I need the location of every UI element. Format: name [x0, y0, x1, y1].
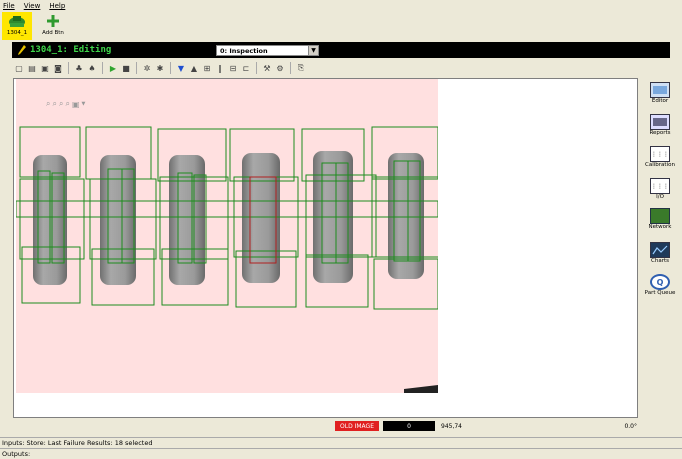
run-icon[interactable]: ▶ — [108, 63, 118, 74]
plus-icon — [43, 12, 63, 30]
image-corner-artifact — [404, 385, 438, 393]
calibration-button[interactable]: ⋮⋮⋮ Calibration — [638, 146, 682, 168]
charts-icon — [650, 242, 670, 258]
editor-title-text: 1304_1: Editing — [30, 45, 112, 55]
zoom-fit-icon[interactable]: ⌕ — [59, 99, 63, 109]
inspection-overlay — [15, 126, 441, 393]
editor-title: 1304_1: Editing — [18, 45, 111, 55]
chevron-down-icon[interactable]: ▼ — [82, 101, 86, 107]
right-panel: Editor Reports ⋮⋮⋮ Calibration ⋮⋮⋮ I/O N… — [638, 78, 682, 418]
part-6 — [388, 153, 424, 279]
menu-help[interactable]: Help — [49, 2, 65, 10]
io-button[interactable]: ⋮⋮⋮ I/O — [638, 178, 682, 200]
editor-label: Editor — [651, 98, 669, 104]
add-label: Add Btn — [42, 30, 64, 36]
anchor-icon[interactable]: ⊏ — [241, 63, 251, 74]
top-toolbar: 1304_1 Add Btn — [0, 12, 682, 42]
tool2-icon[interactable]: ⚙ — [275, 63, 285, 74]
reports-button[interactable]: Reports — [638, 114, 682, 136]
zoom-in-icon[interactable]: ⌕ — [46, 99, 50, 109]
zoom-toolbar: ⌕ ⌕ ⌕ ⌕ ▣ ▼ — [46, 99, 85, 109]
toolbar-divider — [102, 62, 103, 74]
reports-label: Reports — [649, 130, 671, 136]
editor-title-bar: 1304_1: Editing 0: Inspection ▼ — [12, 42, 670, 58]
charts-button[interactable]: Charts — [638, 242, 682, 264]
stop-icon[interactable]: ■ — [121, 63, 131, 74]
inputs-line: Inputs: Store: Last Failure Results: 18 … — [0, 437, 682, 447]
editor-icon — [650, 82, 670, 98]
align-icon[interactable]: ⊟ — [228, 63, 238, 74]
settings-icon[interactable]: ✲ — [142, 63, 152, 74]
reports-icon — [650, 114, 670, 130]
part-queue-label: Part Queue — [644, 290, 676, 296]
status-value: 0 — [383, 421, 435, 431]
toolbar-divider — [290, 62, 291, 74]
network-label: Network — [648, 224, 672, 230]
pencil-icon — [18, 45, 26, 55]
charts-label: Charts — [651, 258, 669, 264]
train-icon[interactable]: ♣ — [74, 63, 84, 74]
print-icon[interactable]: ◙ — [53, 63, 63, 74]
network-button[interactable]: Network — [638, 208, 682, 230]
status-coords: 945,74 — [441, 422, 462, 430]
network-icon — [650, 208, 670, 224]
toolbar-divider — [170, 62, 171, 74]
editor-button[interactable]: Editor — [638, 82, 682, 104]
camera-icon — [7, 12, 27, 30]
status-angle: 0.0° — [624, 422, 637, 430]
part-2 — [100, 155, 136, 285]
app-window: File View Help 1304_1 Add Btn 1304_1: Ed… — [0, 0, 682, 459]
menu-view[interactable]: View — [24, 2, 41, 10]
inspection-select-value: 0: Inspection — [220, 46, 268, 55]
save-icon[interactable]: ▣ — [40, 63, 50, 74]
camera-label: 1304_1 — [6, 30, 28, 36]
menu-bar: File View Help — [0, 0, 682, 12]
queue-icon: Q — [650, 274, 670, 290]
toolbar-divider — [256, 62, 257, 74]
arrow-up-icon[interactable]: ▲ — [189, 63, 199, 74]
roi-overlays — [15, 126, 441, 310]
open-icon[interactable]: ▤ — [27, 63, 37, 74]
save-image-icon[interactable]: ▣ — [72, 100, 80, 109]
tool-icon[interactable]: ⚒ — [262, 63, 272, 74]
status-bar: OLD IMAGE 0 945,74 0.0° — [13, 420, 638, 432]
part-queue-button[interactable]: Q Part Queue — [638, 274, 682, 296]
calibration-icon: ⋮⋮⋮ — [650, 146, 670, 162]
roi-icon[interactable]: ⊞ — [202, 63, 212, 74]
export-icon[interactable]: ⎘ — [296, 63, 306, 74]
io-label: I/O — [656, 194, 664, 200]
toolbar-divider — [68, 62, 69, 74]
io-icon: ⋮⋮⋮ — [650, 178, 670, 194]
inspection-image[interactable]: ⌕ ⌕ ⌕ ⌕ ▣ ▼ — [15, 79, 441, 393]
toolbar-divider — [136, 62, 137, 74]
outputs-line: Outputs: — [0, 448, 682, 459]
camera-button[interactable]: 1304_1 — [2, 12, 32, 40]
image-viewport[interactable]: ⌕ ⌕ ⌕ ⌕ ▣ ▼ — [13, 78, 638, 418]
editor-toolbar: ▢ ▤ ▣ ◙ ♣ ♠ ▶ ■ ✲ ✱ ▼ ▲ ⊞ ‖ ⊟ ⊏ ⚒ ⚙ ⎘ — [12, 60, 337, 76]
old-image-badge: OLD IMAGE — [335, 421, 379, 431]
menu-file[interactable]: File — [3, 2, 15, 10]
chevron-down-icon[interactable]: ▼ — [308, 46, 318, 55]
add-button[interactable]: Add Btn — [38, 12, 68, 40]
arrow-down-icon[interactable]: ▼ — [176, 63, 186, 74]
properties-icon[interactable]: ✱ — [155, 63, 165, 74]
new-icon[interactable]: ▢ — [14, 63, 24, 74]
zoom-reset-icon[interactable]: ⌕ — [65, 99, 69, 109]
teach-icon[interactable]: ♠ — [87, 63, 97, 74]
pause-icon[interactable]: ‖ — [215, 63, 225, 74]
inspection-select[interactable]: 0: Inspection ▼ — [216, 45, 319, 56]
zoom-out-icon[interactable]: ⌕ — [52, 99, 56, 109]
calibration-label: Calibration — [645, 162, 675, 168]
